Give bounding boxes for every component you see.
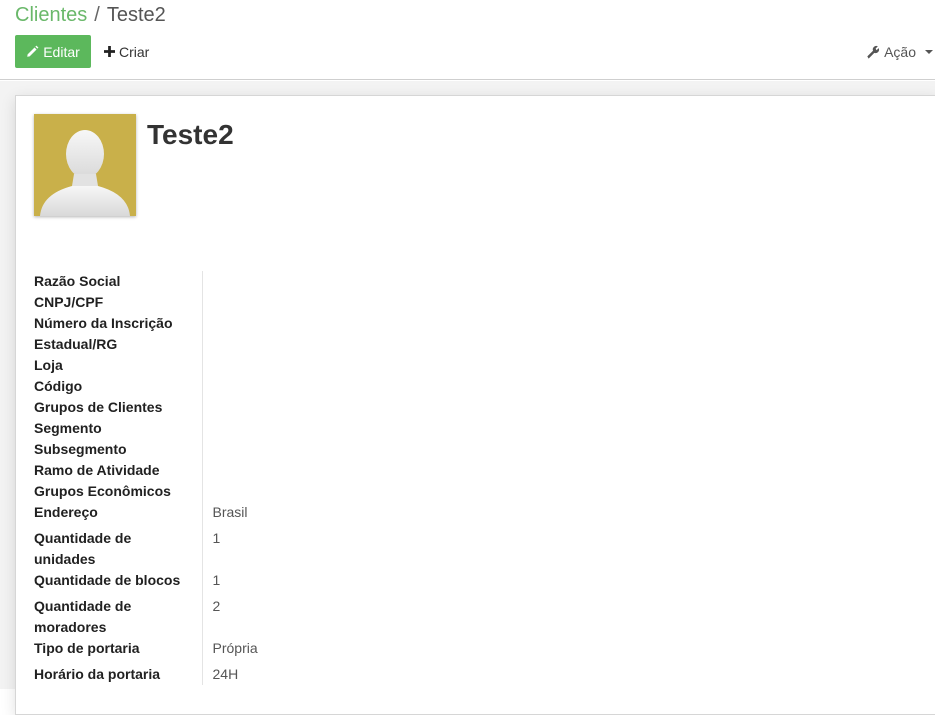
- breadcrumb-separator: /: [94, 4, 100, 26]
- field-value: [202, 313, 502, 355]
- field-row: Quantidade de blocos 1: [34, 570, 502, 596]
- field-row: Código: [34, 376, 502, 397]
- field-label: Subsegmento: [34, 439, 203, 460]
- form-view: Teste2 Razão Social CNPJ/CPF Número da I…: [0, 81, 935, 715]
- breadcrumb-current: Teste2: [106, 4, 166, 26]
- breadcrumb-clientes-link[interactable]: Clientes: [15, 4, 87, 26]
- wrench-icon: [866, 45, 880, 59]
- field-label: Quantidade de blocos: [34, 570, 203, 596]
- field-row: CNPJ/CPF: [34, 292, 502, 313]
- field-row: Quantidade de moradores 2: [34, 596, 502, 638]
- field-row: Grupos de Clientes: [34, 397, 502, 418]
- field-row: Grupos Econômicos: [34, 481, 502, 502]
- control-panel: Clientes / Teste2 Editar Criar Ação: [0, 0, 935, 80]
- edit-button-label: Editar: [43, 43, 80, 60]
- field-list: Razão Social CNPJ/CPF Número da Inscriçã…: [34, 271, 502, 685]
- field-row: Ramo de Atividade: [34, 460, 502, 481]
- field-value: [202, 460, 502, 481]
- field-value: [202, 292, 502, 313]
- field-label: Endereço: [34, 502, 203, 528]
- field-label: Tipo de portaria: [34, 638, 203, 664]
- field-value: 1: [212, 572, 221, 588]
- field-row: Endereço Brasil: [34, 502, 502, 528]
- field-value: [202, 439, 502, 460]
- create-button[interactable]: Criar: [104, 35, 149, 68]
- field-label: Quantidade de unidades: [34, 528, 203, 570]
- field-label: CNPJ/CPF: [34, 292, 203, 313]
- edit-button[interactable]: Editar: [15, 35, 91, 68]
- field-label: Loja: [34, 355, 203, 376]
- avatar[interactable]: [34, 114, 136, 216]
- field-row: Subsegmento: [34, 439, 502, 460]
- field-value: [202, 376, 502, 397]
- field-value: [202, 271, 502, 292]
- field-value: [202, 481, 502, 502]
- breadcrumb: Clientes / Teste2: [15, 3, 166, 27]
- field-value: 1: [212, 530, 221, 546]
- field-label: Razão Social: [34, 271, 203, 292]
- field-label: Grupos de Clientes: [34, 397, 203, 418]
- field-label: Número da Inscrição Estadual/RG: [34, 313, 203, 355]
- action-dropdown[interactable]: Ação: [866, 35, 935, 68]
- caret-down-icon: [925, 49, 933, 54]
- field-row: Horário da portaria 24H: [34, 664, 502, 685]
- field-value: 24H: [212, 666, 239, 682]
- plus-icon: [104, 46, 115, 57]
- field-row: Número da Inscrição Estadual/RG: [34, 313, 502, 355]
- field-value: [202, 418, 502, 439]
- field-label: Quantidade de moradores: [34, 596, 203, 638]
- field-label: Ramo de Atividade: [34, 460, 203, 481]
- field-label: Segmento: [34, 418, 203, 439]
- field-value: [202, 355, 502, 376]
- field-value: Própria: [212, 640, 258, 656]
- field-value: [202, 397, 502, 418]
- field-label: Horário da portaria: [34, 664, 203, 685]
- form-sheet: Teste2 Razão Social CNPJ/CPF Número da I…: [15, 95, 935, 715]
- field-row: Segmento: [34, 418, 502, 439]
- record-title: Teste2: [147, 119, 234, 150]
- field-row: Razão Social: [34, 271, 502, 292]
- field-row: Tipo de portaria Própria: [34, 638, 502, 664]
- field-row: Loja: [34, 355, 502, 376]
- field-row: Quantidade de unidades 1: [34, 528, 502, 570]
- field-label: Código: [34, 376, 203, 397]
- field-value: 2: [212, 598, 221, 614]
- create-button-label: Criar: [119, 43, 150, 60]
- action-dropdown-label: Ação: [884, 43, 916, 60]
- person-silhouette-icon: [40, 130, 130, 216]
- field-label: Grupos Econômicos: [34, 481, 203, 502]
- field-value: Brasil: [212, 504, 248, 520]
- pencil-icon: [26, 45, 39, 58]
